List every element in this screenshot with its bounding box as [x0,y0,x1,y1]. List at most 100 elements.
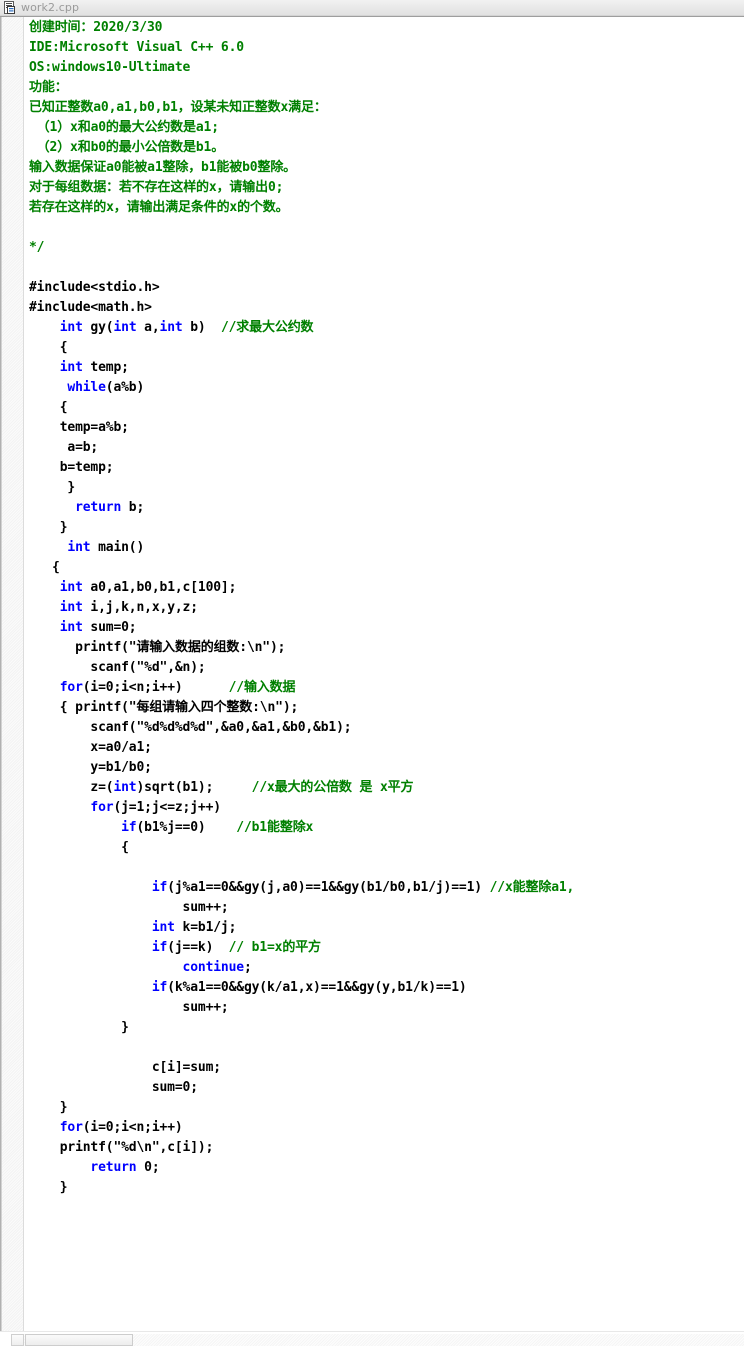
window-titlebar[interactable]: work2.cpp [0,0,744,16]
code-keyword: int [59,620,83,635]
code-line[interactable]: } [29,478,744,498]
code-line[interactable]: if(b1%j==0) //b1能整除x [29,818,744,838]
code-plain: } [59,1180,68,1195]
code-line[interactable]: int temp; [29,358,744,378]
source-code-text[interactable]: 创建时间：2020/3/30 IDE:Microsoft Visual C++ 6… [24,18,744,1198]
code-line[interactable]: OS:windows10-Ultimate [29,58,744,78]
code-plain: y=b1/b0; [90,760,152,775]
code-line[interactable]: { [29,838,744,858]
code-comment: //输入数据 [228,680,296,695]
code-line[interactable]: 对于每组数据：若不存在这样的x，请输出0; [29,178,744,198]
code-line[interactable]: printf("请输入数据的组数:\n"); [29,638,744,658]
code-keyword: int [113,780,137,795]
code-plain: (k%a1==0&&gy(k/a1,x)==1&&gy(y,b1/k)==1) [167,980,467,995]
code-line[interactable]: y=b1/b0; [29,758,744,778]
code-line[interactable]: #include<math.h> [29,298,744,318]
code-line[interactable]: continue; [29,958,744,978]
code-line[interactable]: } [29,1018,744,1038]
code-line[interactable]: a=b; [29,438,744,458]
code-plain: sum++; [182,900,229,915]
code-keyword: while [67,380,106,395]
code-line[interactable]: sum++; [29,898,744,918]
code-line[interactable]: { [29,558,744,578]
code-keyword: if [151,880,168,895]
code-plain: b; [121,500,145,515]
code-line[interactable]: int i,j,k,n,x,y,z; [29,598,744,618]
code-line[interactable]: for(i=0;i<n;i++) [29,1118,744,1138]
code-line[interactable]: return 0; [29,1158,744,1178]
code-line[interactable]: int sum=0; [29,618,744,638]
code-comment: 已知正整数a0,a1,b0,b1，设某未知正整数x满足： [29,100,327,115]
code-line[interactable]: scanf("%d",&n); [29,658,744,678]
code-line[interactable]: IDE:Microsoft Visual C++ 6.0 [29,38,744,58]
code-line[interactable]: 已知正整数a0,a1,b0,b1，设某未知正整数x满足： [29,98,744,118]
code-line[interactable]: */ [29,238,744,258]
horizontal-scrollbar[interactable] [0,1331,744,1346]
code-line[interactable]: } [29,1098,744,1118]
code-line[interactable]: { [29,398,744,418]
code-line[interactable]: x=a0/a1; [29,738,744,758]
scroll-left-arrow-icon[interactable] [11,1334,24,1346]
code-keyword: if [121,820,137,835]
code-preprocessor: #include<stdio.h> [29,280,160,295]
code-line[interactable]: { [29,338,744,358]
code-plain: ; [243,960,252,975]
code-plain: a=b; [67,440,99,455]
code-plain: printf("请输入数据的组数:\n"); [75,640,286,655]
code-line[interactable]: int a0,a1,b0,b1,c[100]; [29,578,744,598]
code-line[interactable]: int main() [29,538,744,558]
code-line[interactable]: int gy(int a,int b) //求最大公约数 [29,318,744,338]
code-line[interactable]: 创建时间：2020/3/30 [29,18,744,38]
code-line[interactable]: z=(int)sqrt(b1); //x最大的公倍数 是 x平方 [29,778,744,798]
code-line[interactable]: if(j%a1==0&&gy(j,a0)==1&&gy(b1/b0,b1/j)=… [29,878,744,898]
code-line[interactable]: int k=b1/j; [29,918,744,938]
code-line[interactable]: for(j=1;j<=z;j++) [29,798,744,818]
code-line[interactable]: for(i=0;i<n;i++) //输入数据 [29,678,744,698]
code-line[interactable] [29,258,744,278]
code-line[interactable] [29,858,744,878]
code-line[interactable]: c[i]=sum; [29,1058,744,1078]
code-line[interactable]: if(k%a1==0&&gy(k/a1,x)==1&&gy(y,b1/k)==1… [29,978,744,998]
code-line[interactable]: 功能： [29,78,744,98]
code-line[interactable]: { printf("每组请输入四个整数:\n"); [29,698,744,718]
code-plain: c[i]=sum; [151,1060,221,1075]
code-line[interactable]: #include<stdio.h> [29,278,744,298]
code-line[interactable]: （2）x和b0的最小公倍数是b1。 [29,138,744,158]
code-line[interactable]: return b; [29,498,744,518]
code-line[interactable]: 若存在这样的x，请输出满足条件的x的个数。 [29,198,744,218]
code-keyword: int [59,580,83,595]
code-line[interactable] [29,1038,744,1058]
code-line[interactable]: （1）x和a0的最大公约数是a1; [29,118,744,138]
code-line[interactable]: sum++; [29,998,744,1018]
code-keyword: int [59,320,83,335]
code-line[interactable]: } [29,518,744,538]
code-keyword: return [90,1160,137,1175]
code-line[interactable]: temp=a%b; [29,418,744,438]
code-line[interactable]: if(j==k) // b1=x的平方 [29,938,744,958]
code-line[interactable]: while(a%b) [29,378,744,398]
code-comment: 创建时间：2020/3/30 [29,20,163,35]
code-comment: 对于每组数据：若不存在这样的x，请输出0; [29,180,284,195]
cpp-document-icon [3,1,16,14]
horizontal-scroll-thumb[interactable] [25,1334,133,1346]
code-plain: sum=0; [151,1080,198,1095]
code-line[interactable]: sum=0; [29,1078,744,1098]
code-line[interactable]: } [29,1178,744,1198]
code-line[interactable]: scanf("%d%d%d%d",&a0,&a1,&b0,&b1); [29,718,744,738]
code-line[interactable] [29,218,744,238]
selection-margin-gutter[interactable] [2,17,24,1331]
code-scroll-area[interactable]: 创建时间：2020/3/30 IDE:Microsoft Visual C++ 6… [24,17,744,1331]
code-keyword: return [75,500,122,515]
code-line[interactable]: printf("%d\n",c[i]); [29,1138,744,1158]
code-line[interactable]: b=temp; [29,458,744,478]
code-line[interactable]: 输入数据保证a0能被a1整除，b1能被b0整除。 [29,158,744,178]
